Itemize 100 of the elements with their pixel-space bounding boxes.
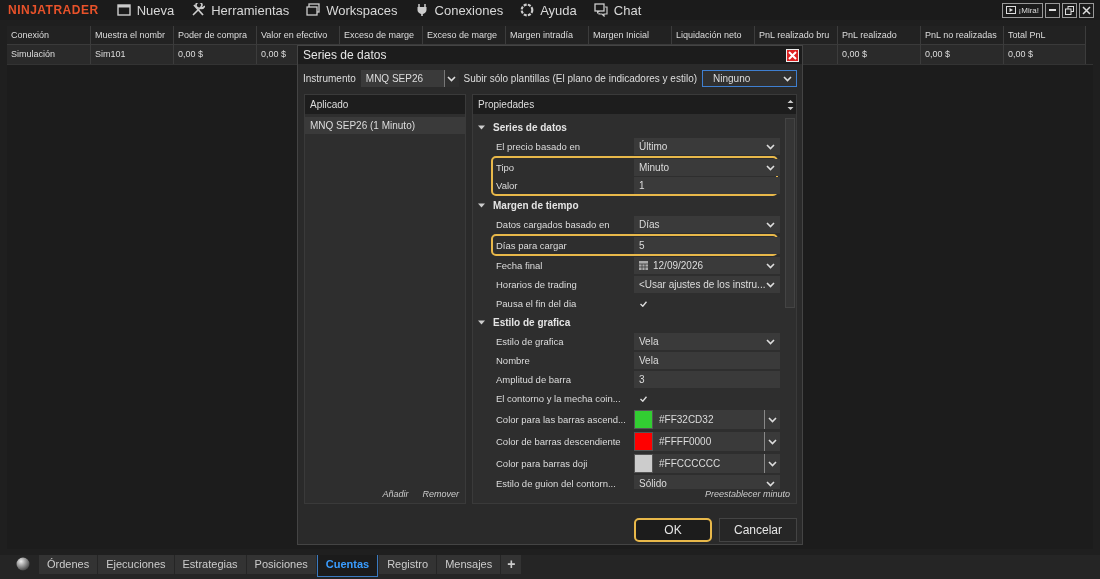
- category-label: Margen de tiempo: [493, 200, 579, 211]
- close-button[interactable]: [1079, 2, 1094, 18]
- property-label: Tipo: [496, 161, 516, 173]
- chevron-down-icon: [766, 143, 775, 150]
- color-field[interactable]: #FFFF0000: [653, 431, 780, 451]
- wrench-screwdriver-icon: [191, 3, 206, 17]
- tab[interactable]: Estrategias: [174, 555, 246, 574]
- window-icon: [116, 3, 131, 17]
- tab[interactable]: Órdenes: [39, 555, 98, 574]
- chevron-down-icon: [768, 415, 777, 423]
- color-field[interactable]: #FFCCCCCC: [653, 453, 780, 473]
- property-label: Color de barras descendiente: [496, 435, 622, 447]
- dropdown-field[interactable]: Minuto: [634, 158, 780, 176]
- category-label: Series de datos: [493, 122, 567, 133]
- property-label: Días para cargar: [496, 239, 568, 251]
- calendar-icon: [639, 261, 648, 270]
- chevron-down-icon: [768, 459, 777, 467]
- property-label: Datos cargados basado en: [496, 219, 611, 230]
- close-icon: [788, 50, 797, 60]
- dropdown-field[interactable]: Días: [634, 216, 780, 233]
- menu-item[interactable]: Nueva: [116, 2, 175, 18]
- property-label: Estilo de grafica: [496, 336, 565, 347]
- table-cell: 0,00 $: [1004, 44, 1086, 64]
- checkbox[interactable]: [639, 299, 648, 308]
- tab[interactable]: Ejecuciones: [98, 555, 174, 574]
- field-label: Instrumento: [303, 73, 356, 84]
- collapse-triangle-icon[interactable]: [478, 202, 485, 209]
- dropdown-field[interactable]: Último: [634, 138, 780, 155]
- check-icon: [640, 300, 647, 307]
- color-swatch[interactable]: [634, 453, 653, 473]
- chevron-down-icon: [766, 281, 775, 288]
- collapse-triangle-icon[interactable]: [478, 124, 485, 131]
- tab[interactable]: Cuentas: [316, 555, 379, 577]
- minimize-icon: [1049, 9, 1056, 11]
- close-icon: [1082, 5, 1091, 15]
- mira-button[interactable]: ¡Mira!: [1001, 2, 1043, 18]
- color-swatch[interactable]: [634, 409, 653, 429]
- dropdown-field[interactable]: Sólido: [634, 475, 780, 489]
- check-icon: [640, 395, 647, 402]
- chat-icon: [593, 3, 608, 17]
- add-tab-button[interactable]: +: [501, 555, 522, 574]
- tab[interactable]: Registro: [379, 555, 437, 574]
- dropdown-field[interactable]: <Usar ajustes de los instru...: [634, 276, 780, 293]
- table-cell: 0,00 $: [838, 44, 921, 64]
- collapse-triangle-icon[interactable]: [478, 319, 485, 326]
- table-cell: Simulación: [7, 44, 91, 64]
- property-label: Nombre: [496, 355, 531, 366]
- input-field[interactable]: 3: [634, 371, 780, 388]
- property-label: Pausa el fin del dia: [496, 298, 578, 309]
- chevron-down-icon: [783, 75, 792, 82]
- tab[interactable]: Mensajes: [437, 555, 501, 574]
- table-cell: 0,00 $: [921, 44, 1004, 64]
- property-label: Amplitud de barra: [496, 374, 572, 385]
- panel-header: Aplicado: [305, 95, 465, 114]
- tab[interactable]: Posiciones: [246, 555, 316, 574]
- link[interactable]: Preestablecer minuto: [704, 489, 790, 499]
- chevron-down-icon: [447, 75, 457, 82]
- menu-item[interactable]: Chat: [593, 2, 642, 18]
- input-field[interactable]: 5: [634, 236, 780, 254]
- restore-icon: [1065, 5, 1074, 15]
- chevron-down-icon: [766, 163, 775, 171]
- menu-item[interactable]: Conexiones: [414, 2, 504, 18]
- link[interactable]: Añadir: [382, 489, 409, 499]
- menu-item[interactable]: Workspaces: [306, 2, 398, 18]
- color-swatch[interactable]: [634, 431, 653, 451]
- lifebuoy-icon: [520, 3, 535, 17]
- minimize-button[interactable]: [1045, 2, 1060, 18]
- color-field[interactable]: #FF32CD32: [653, 409, 780, 429]
- video-icon: [1005, 6, 1016, 14]
- chevron-down-icon: [766, 480, 775, 487]
- checkbox[interactable]: [639, 394, 648, 403]
- input-field[interactable]: 1: [634, 176, 780, 194]
- sphere-icon: [16, 557, 30, 571]
- menu-item[interactable]: Ayuda: [520, 2, 577, 18]
- property-label: Color para las barras ascend...: [496, 413, 627, 425]
- list-item[interactable]: MNQ SEP26 (1 Minuto): [305, 117, 465, 134]
- scroll-arrows-icon: [787, 98, 794, 111]
- date-field[interactable]: 12/09/2026: [634, 257, 780, 274]
- instrument-field[interactable]: MNQ SEP26: [360, 70, 459, 87]
- cancel-button[interactable]: Cancelar: [719, 518, 797, 542]
- table-cell: Sim101: [91, 44, 174, 64]
- ok-button[interactable]: OK: [634, 518, 712, 542]
- property-label: El contorno y la mecha coin...: [496, 393, 622, 404]
- field-label: Subir sólo plantillas (El plano de indicadores y estilo): [463, 73, 698, 84]
- windows-icon: [306, 3, 321, 17]
- property-label: Valor: [496, 179, 519, 191]
- property-label: Fecha final: [496, 260, 544, 271]
- link[interactable]: Remover: [422, 489, 459, 499]
- category-label: Estilo de grafica: [493, 317, 571, 328]
- input-field[interactable]: Vela: [634, 352, 780, 369]
- chevron-down-icon: [766, 221, 775, 228]
- property-label: Horarios de trading: [496, 279, 578, 290]
- menu-item[interactable]: Herramientas: [191, 2, 290, 18]
- template-dropdown[interactable]: Ninguno: [702, 70, 797, 87]
- panel-header: Propiedades: [478, 98, 535, 112]
- chevron-down-icon: [768, 437, 777, 445]
- property-label: El precio basado en: [496, 141, 581, 152]
- dropdown-field[interactable]: Vela: [634, 333, 780, 350]
- property-label: Color para barras doji: [496, 457, 589, 469]
- restore-button[interactable]: [1062, 2, 1077, 18]
